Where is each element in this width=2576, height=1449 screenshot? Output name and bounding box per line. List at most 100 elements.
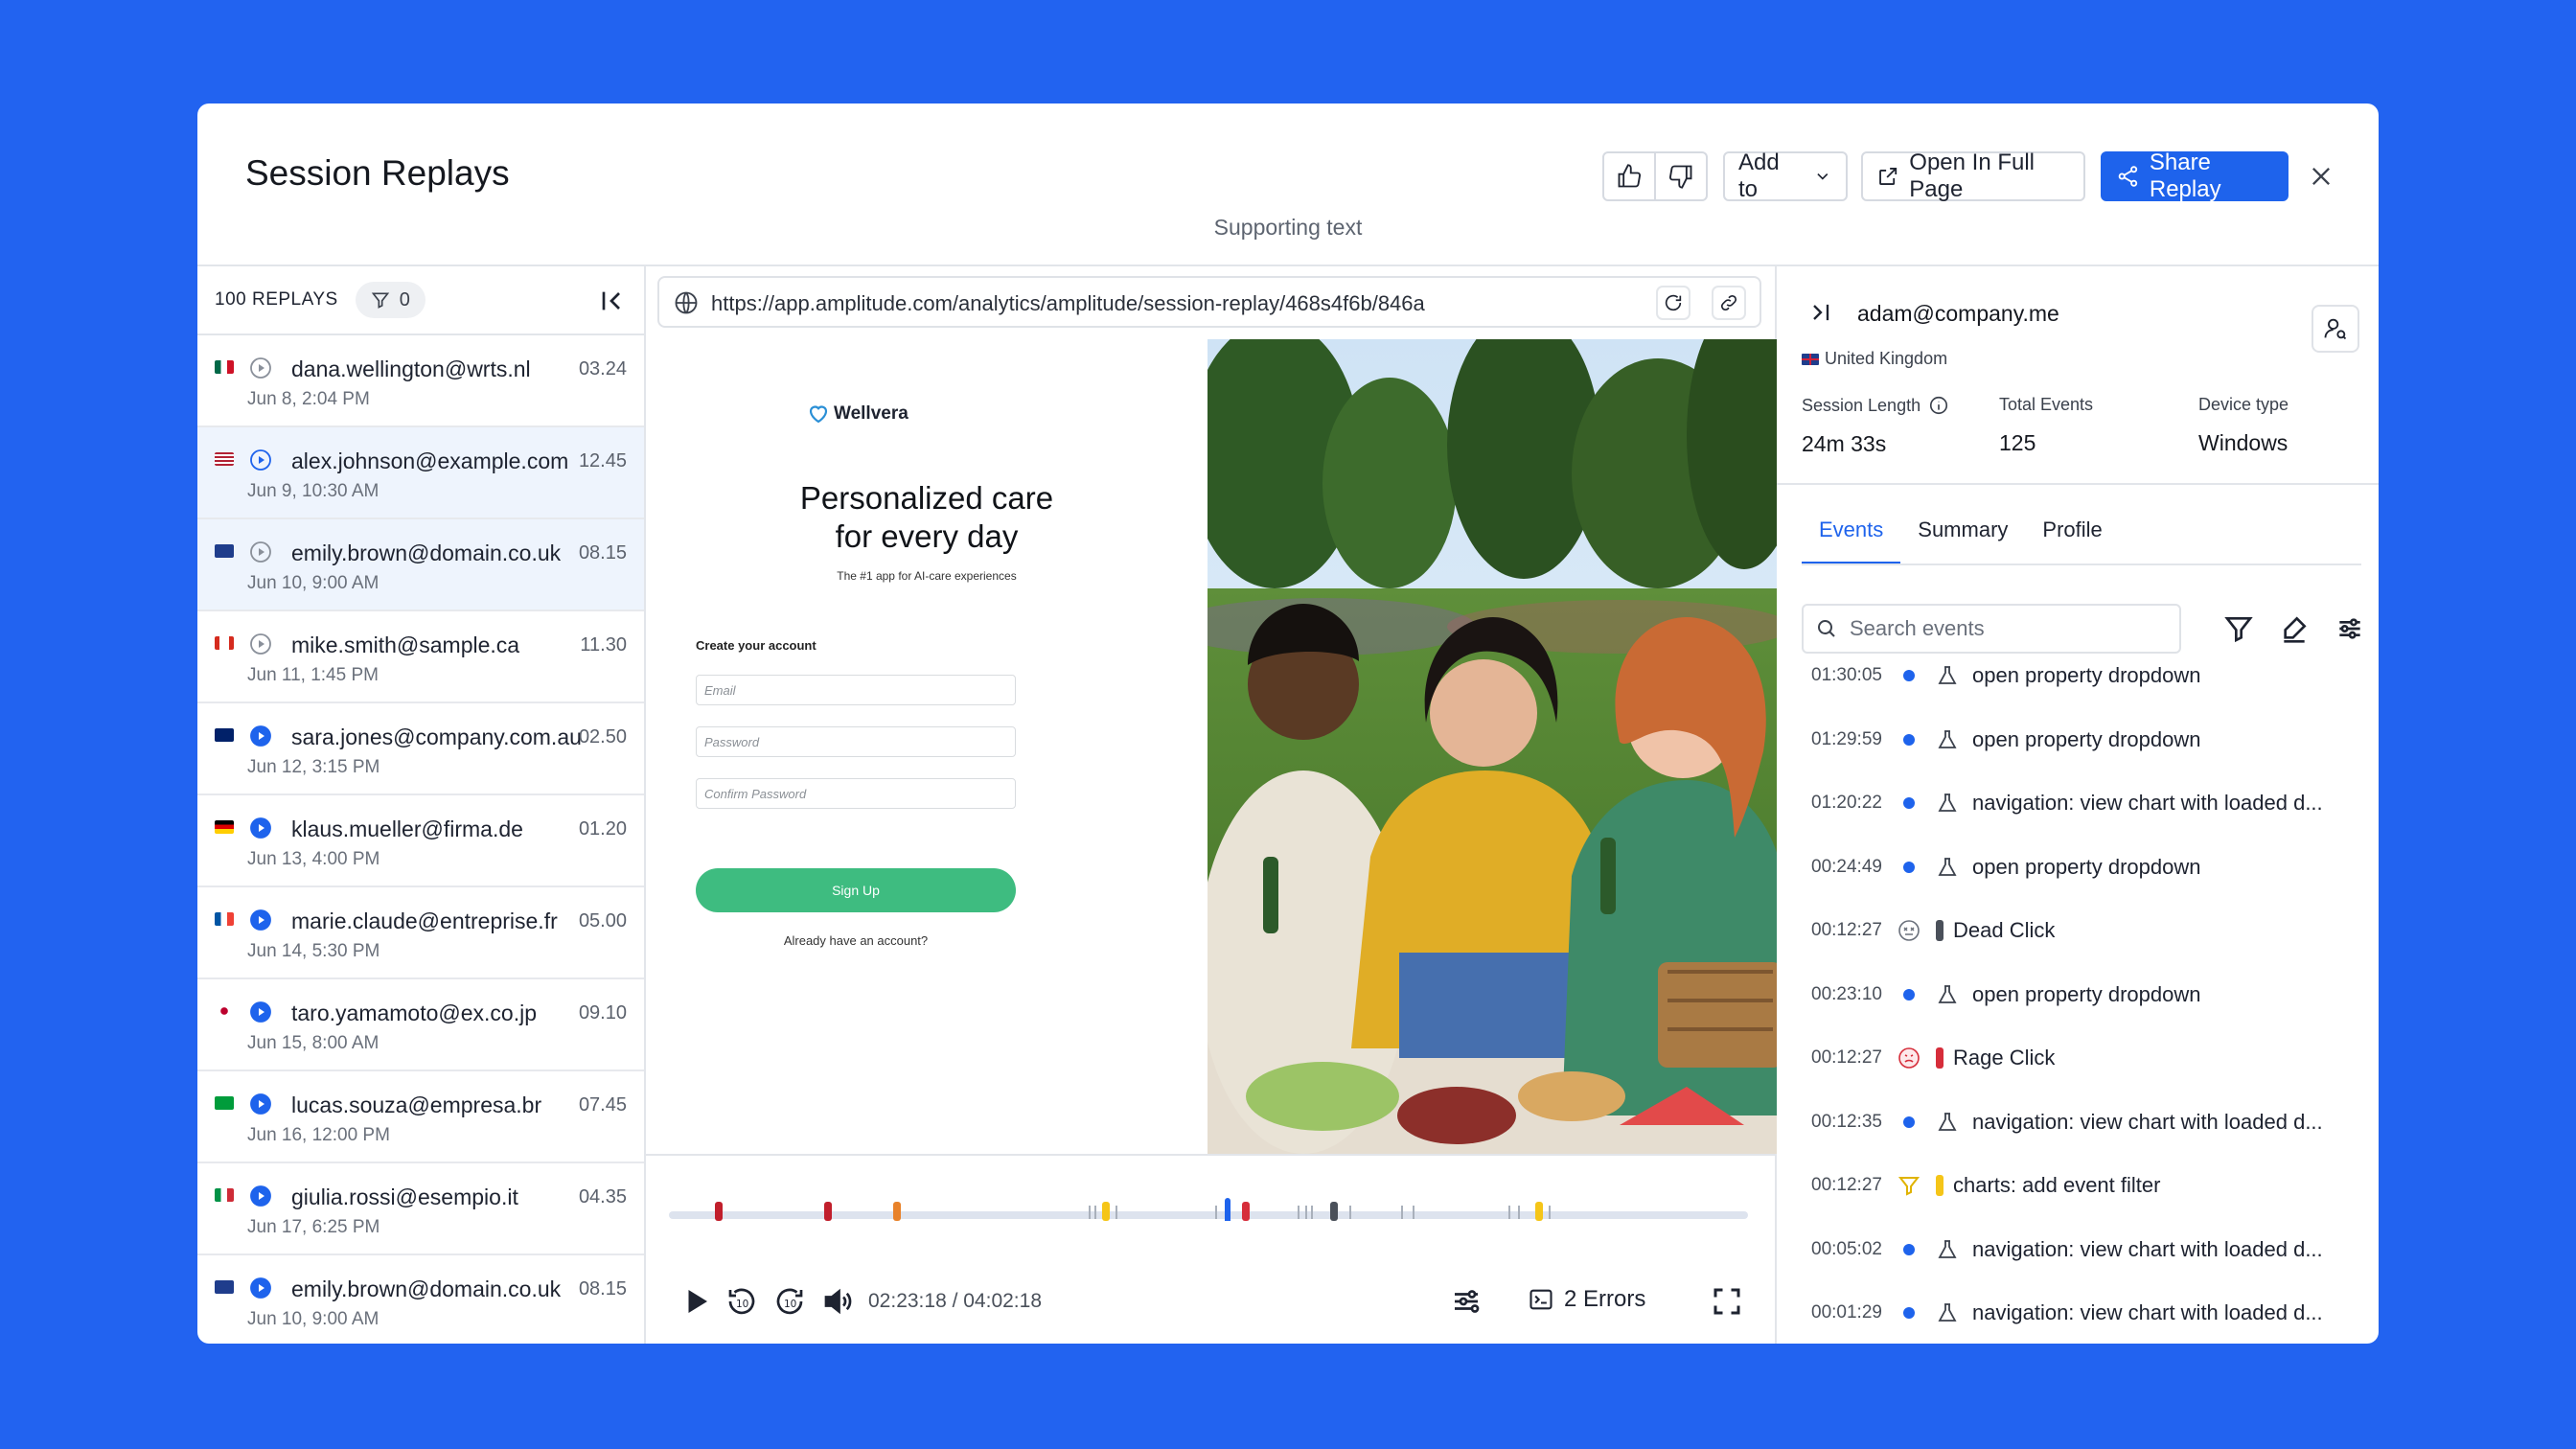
play-circle-icon[interactable]: [249, 1092, 272, 1116]
play-circle-icon[interactable]: [249, 632, 272, 656]
settings-sliders-icon[interactable]: [1449, 1284, 1484, 1319]
replay-user-email: sara.jones@company.com.au: [291, 724, 582, 749]
highlighter-icon[interactable]: [2279, 613, 2310, 644]
tab-summary[interactable]: Summary: [1900, 518, 2025, 565]
replay-user-email: klaus.mueller@firma.de: [291, 816, 523, 841]
play-circle-icon[interactable]: [249, 1276, 272, 1300]
search-events-input[interactable]: Search events: [1802, 604, 2181, 654]
event-row[interactable]: 00:23:10 open property dropdown: [1802, 971, 2361, 1019]
event-time: 01:29:59: [1811, 728, 1882, 749]
thumbs-down-button[interactable]: [1654, 151, 1708, 201]
replay-user-email: taro.yamamoto@ex.co.jp: [291, 1000, 538, 1025]
event-row[interactable]: 00:05:02 navigation: view chart with loa…: [1802, 1226, 2361, 1274]
copy-link-button[interactable]: [1712, 286, 1746, 320]
replay-user-email: lucas.souza@empresa.br: [291, 1092, 542, 1117]
search-placeholder: Search events: [1850, 616, 1985, 640]
event-row[interactable]: 01:30:05 open property dropdown: [1802, 652, 2361, 700]
rage-click-bar: [1936, 1047, 1944, 1069]
event-row[interactable]: 00:01:29 navigation: view chart with loa…: [1802, 1289, 2361, 1337]
expand-panel-icon[interactable]: [1807, 299, 1834, 326]
playhead[interactable]: [1225, 1198, 1230, 1221]
timeline-error-marker[interactable]: [715, 1202, 723, 1221]
replay-duration: 08.15: [578, 542, 627, 564]
timeline-tick: [1311, 1206, 1313, 1219]
filter-badge[interactable]: 0: [355, 282, 426, 318]
replay-date: Jun 11, 1:45 PM: [247, 665, 379, 685]
refresh-button[interactable]: [1656, 286, 1690, 320]
forward-10-icon[interactable]: 10: [772, 1284, 807, 1319]
replay-duration: 04.35: [578, 1186, 627, 1208]
event-row[interactable]: 00:24:49 open property dropdown: [1802, 843, 2361, 891]
stat-value: 125: [1999, 430, 2036, 455]
play-circle-icon[interactable]: [249, 908, 272, 932]
picnic-photo-illustration: [1208, 339, 1777, 1154]
thumbs-up-button[interactable]: [1602, 151, 1656, 201]
replay-row[interactable]: sara.jones@company.com.au Jun 12, 3:15 P…: [197, 703, 644, 795]
timeline-dead-click-marker[interactable]: [1330, 1202, 1338, 1221]
replay-row[interactable]: giulia.rossi@esempio.it Jun 17, 6:25 PM …: [197, 1163, 644, 1255]
replay-row[interactable]: klaus.mueller@firma.de Jun 13, 4:00 PM 0…: [197, 795, 644, 887]
page-title: Session Replays: [245, 153, 510, 193]
event-row[interactable]: 00:12:27 charts: add event filter: [1802, 1162, 2361, 1209]
event-dot: [1903, 797, 1915, 809]
filter-count: 0: [399, 288, 410, 310]
info-icon[interactable]: [1928, 395, 1949, 416]
country-label: United Kingdom: [1825, 349, 1948, 368]
fullscreen-icon[interactable]: [1710, 1284, 1744, 1319]
close-icon: [2312, 168, 2330, 185]
console-icon: [1530, 1289, 1552, 1310]
play-circle-icon[interactable]: [249, 1000, 272, 1024]
event-label: open property dropdown: [1972, 726, 2201, 751]
replay-date: Jun 14, 5:30 PM: [247, 941, 380, 961]
event-row[interactable]: 01:20:22 navigation: view chart with loa…: [1802, 779, 2361, 827]
replay-row[interactable]: lucas.souza@empresa.br Jun 16, 12:00 PM …: [197, 1071, 644, 1163]
timeline-error-marker[interactable]: [1242, 1202, 1250, 1221]
replay-date: Jun 12, 3:15 PM: [247, 757, 380, 777]
user-profile-button[interactable]: [2312, 305, 2359, 353]
collapse-panel-icon[interactable]: [596, 286, 627, 316]
event-row[interactable]: 00:12:27 Dead Click: [1802, 907, 2361, 954]
share-replay-button[interactable]: Share Replay: [2101, 150, 2288, 202]
timeline-filter-marker[interactable]: [1102, 1202, 1110, 1221]
replay-row[interactable]: alex.johnson@example.com Jun 9, 10:30 AM…: [197, 427, 644, 519]
modal-body: 100 REPLAYS 0 dana.wellington@wrts.nl Ju…: [197, 266, 2379, 1344]
user-search-icon: [2324, 318, 2347, 340]
share-replay-label: Share Replay: [2149, 150, 2221, 202]
replay-row[interactable]: marie.claude@entreprise.fr Jun 14, 5:30 …: [197, 887, 644, 979]
thumbs-up-icon: [1618, 164, 1642, 188]
adjust-sliders-icon[interactable]: [2334, 613, 2365, 644]
event-dot: [1903, 988, 1915, 1000]
close-button[interactable]: [2302, 157, 2340, 196]
play-circle-icon[interactable]: [249, 540, 272, 564]
replay-row[interactable]: taro.yamamoto@ex.co.jp Jun 15, 8:00 AM 0…: [197, 979, 644, 1071]
replay-list-header: 100 REPLAYS 0: [197, 266, 644, 335]
event-row[interactable]: 00:12:35 navigation: view chart with loa…: [1802, 1098, 2361, 1146]
open-full-page-button[interactable]: Open In Full Page: [1861, 150, 2085, 202]
event-label: Rage Click: [1953, 1046, 2056, 1070]
event-row[interactable]: 01:29:59 open property dropdown: [1802, 716, 2361, 764]
play-circle-icon[interactable]: [249, 816, 272, 840]
event-row[interactable]: 00:12:27 Rage Click: [1802, 1034, 2361, 1082]
errors-button[interactable]: 2 Errors: [1528, 1286, 1645, 1313]
replay-row[interactable]: mike.smith@sample.ca Jun 11, 1:45 PM 11.…: [197, 611, 644, 703]
replay-viewport[interactable]: Wellvera Personalized care for every day…: [646, 339, 1777, 1154]
timeline-warning-marker[interactable]: [893, 1202, 901, 1221]
replay-row[interactable]: emily.brown@domain.co.uk Jun 10, 9:00 AM…: [197, 1255, 644, 1344]
replay-row[interactable]: emily.brown@domain.co.uk Jun 10, 9:00 AM…: [197, 519, 644, 611]
replay-row[interactable]: dana.wellington@wrts.nl Jun 8, 2:04 PM 0…: [197, 335, 644, 427]
volume-icon[interactable]: [820, 1284, 855, 1319]
tab-events[interactable]: Events: [1802, 518, 1901, 565]
play-circle-icon[interactable]: [249, 448, 272, 472]
play-circle-icon[interactable]: [249, 724, 272, 748]
timeline-filter-marker[interactable]: [1535, 1202, 1543, 1221]
play-circle-icon[interactable]: [249, 1184, 272, 1208]
tab-profile[interactable]: Profile: [2025, 518, 2119, 565]
play-circle-icon[interactable]: [249, 356, 272, 380]
rewind-10-icon[interactable]: 10: [724, 1284, 759, 1319]
timeline-error-marker[interactable]: [824, 1202, 832, 1221]
country-flag-icon: [215, 360, 234, 374]
event-time: 00:12:27: [1811, 1047, 1882, 1068]
add-to-button[interactable]: Add to: [1723, 150, 1848, 202]
play-icon[interactable]: [678, 1284, 713, 1319]
filter-icon[interactable]: [2223, 613, 2254, 644]
